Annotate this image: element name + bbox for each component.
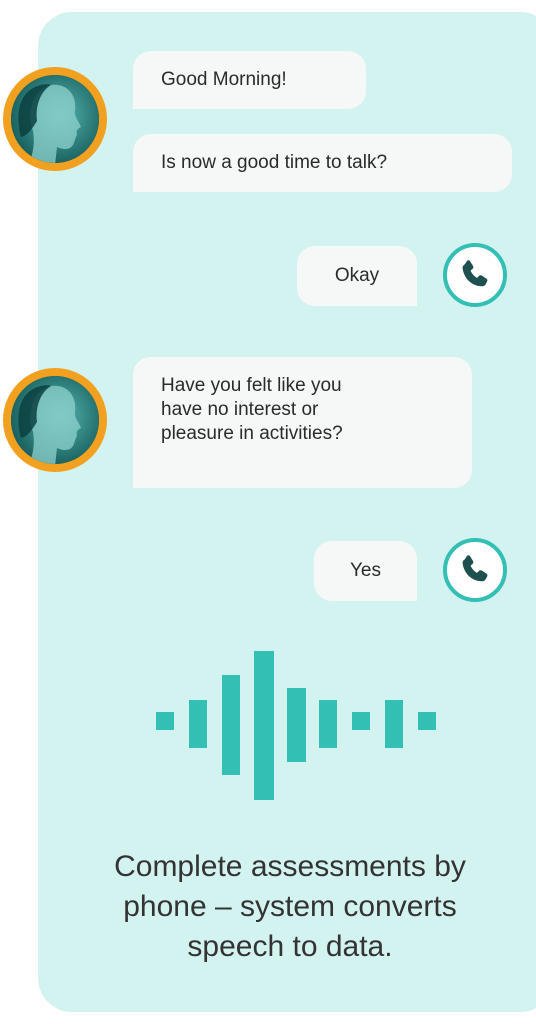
phone-icon: [462, 260, 488, 287]
user-phone-avatar: [443, 538, 507, 602]
agent-message-bubble: Good Morning!: [133, 51, 366, 109]
message-text-line: have no interest or: [161, 399, 319, 420]
message-text-line: Have you felt like you: [161, 375, 342, 396]
message-text: Good Morning!: [161, 69, 287, 90]
user-phone-avatar: [443, 243, 507, 307]
message-text: Okay: [334, 265, 380, 286]
agent-message-bubble: Is now a good time to talk?: [133, 134, 512, 192]
message-text-line: pleasure in activities?: [161, 423, 343, 444]
agent-avatar: [3, 368, 107, 472]
caption-line: Complete assessments by: [114, 850, 466, 883]
user-message-bubble: Yes: [314, 541, 417, 601]
caption-text: Complete assessments by phone – system c…: [60, 847, 520, 967]
agent-message-bubble: Have you felt like you have no interest …: [133, 357, 472, 488]
user-message-bubble: Okay: [297, 246, 417, 306]
message-text: Yes: [350, 560, 381, 581]
woman-profile-icon: [11, 75, 99, 163]
caption-line: phone – system converts: [123, 890, 457, 923]
phone-icon: [462, 555, 488, 582]
woman-profile-icon: [11, 376, 99, 464]
agent-avatar: [3, 67, 107, 171]
caption-line: speech to data.: [187, 930, 393, 963]
message-text: Is now a good time to talk?: [161, 152, 388, 173]
